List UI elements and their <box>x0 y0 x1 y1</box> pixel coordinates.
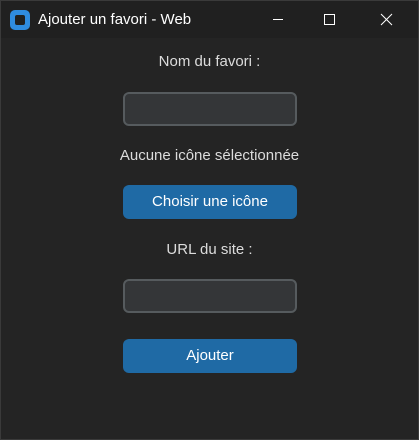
name-label: Nom du favori : <box>158 53 261 70</box>
icon-status-text: Aucune icône sélectionnée <box>119 147 300 164</box>
close-button[interactable] <box>363 1 409 38</box>
dialog-window: Ajouter un favori - Web Nom du favori : … <box>0 0 419 440</box>
title-bar[interactable]: Ajouter un favori - Web <box>1 1 418 38</box>
url-label: URL du site : <box>166 241 253 258</box>
maximize-icon <box>324 14 335 25</box>
window-title: Ajouter un favori - Web <box>38 11 192 28</box>
url-input[interactable] <box>123 279 297 313</box>
form-area: Nom du favori : Aucune icône sélectionné… <box>1 38 418 439</box>
minimize-icon <box>273 19 283 20</box>
maximize-button[interactable] <box>306 1 352 38</box>
app-icon <box>10 10 30 30</box>
choose-icon-button[interactable]: Choisir une icône <box>123 185 297 219</box>
name-input[interactable] <box>123 92 297 126</box>
close-icon <box>380 13 393 26</box>
add-button[interactable]: Ajouter <box>123 339 297 373</box>
minimize-button[interactable] <box>255 1 301 38</box>
